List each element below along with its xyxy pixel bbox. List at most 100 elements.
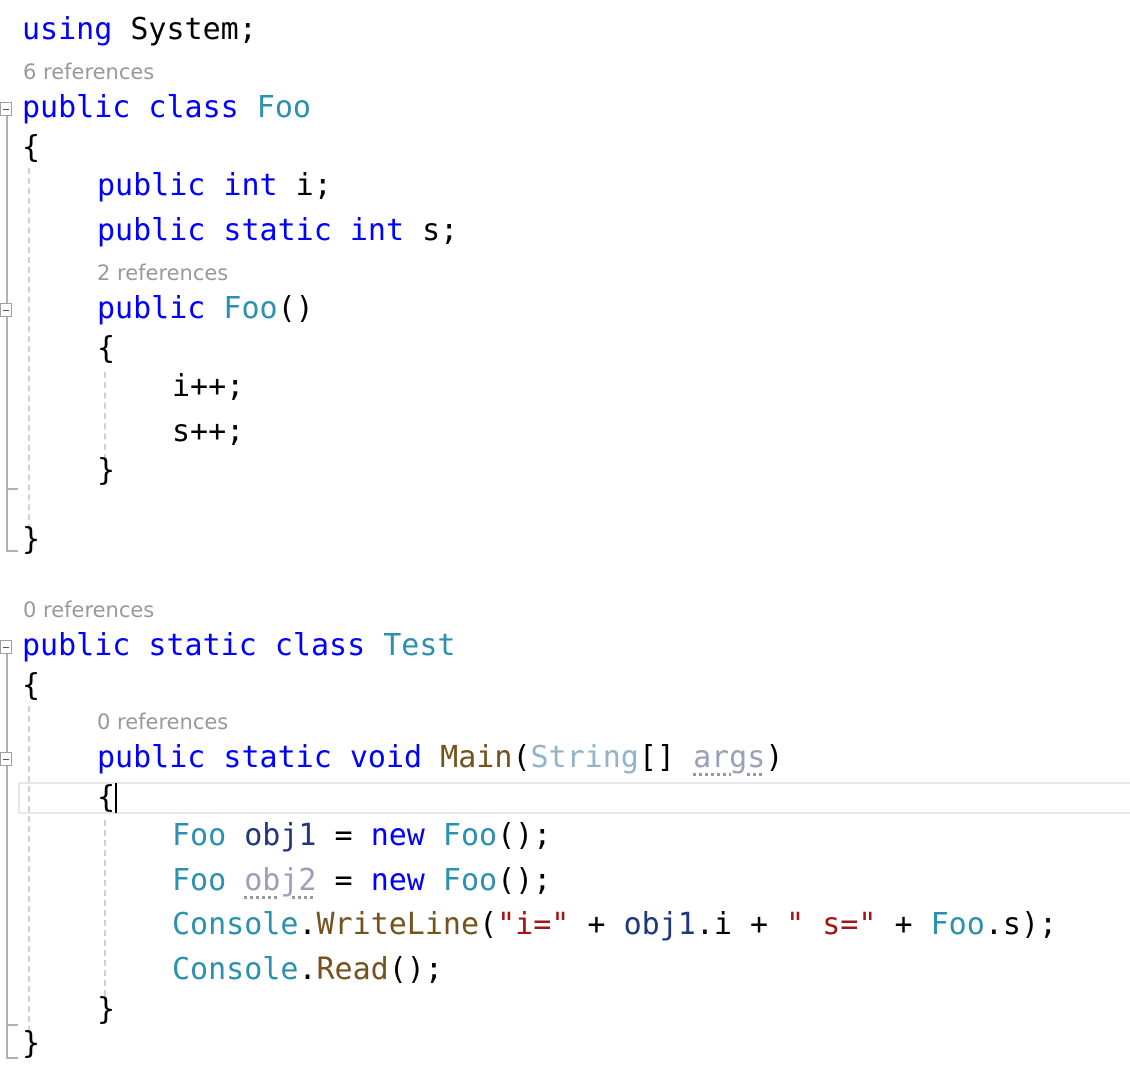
collapse-foo-ctor-icon[interactable]	[0, 303, 12, 317]
punctuation: ();	[388, 952, 443, 987]
method-name: Read	[316, 952, 389, 987]
operator: +	[731, 907, 787, 942]
brace-line[interactable]: }	[97, 451, 115, 491]
read-statement[interactable]: Console.Read();	[172, 950, 443, 990]
namespace: System;	[112, 12, 257, 47]
keyword: public	[22, 90, 131, 125]
field-name: s;	[404, 213, 459, 248]
string-literal: "i="	[497, 907, 570, 942]
codelens-main-references[interactable]: 0 references	[97, 709, 228, 735]
paren: )	[765, 740, 784, 775]
local-variable: obj1	[623, 907, 696, 942]
brace-line[interactable]: }	[22, 520, 40, 560]
indent-guide	[28, 168, 30, 530]
operator: =	[316, 818, 371, 853]
keyword: public	[97, 740, 206, 775]
outline-end-foo	[6, 550, 18, 552]
brace-line-current[interactable]: {	[97, 778, 118, 818]
codelens-foo-references[interactable]: 6 references	[23, 59, 154, 85]
brace-line[interactable]: {	[22, 666, 40, 706]
class-name: Foo	[238, 90, 311, 125]
parens: ()	[277, 291, 314, 326]
class-name: Foo	[930, 907, 985, 942]
ctor-call: Foo	[424, 863, 498, 898]
outline-bar-main	[6, 766, 8, 1026]
unused-local-obj2[interactable]: obj2	[244, 863, 316, 898]
brace: {	[97, 780, 116, 815]
paren: (	[479, 907, 498, 942]
text-caret	[115, 783, 118, 813]
collapse-main-icon[interactable]	[0, 752, 12, 766]
brace-line[interactable]: {	[22, 128, 40, 168]
paren: (	[512, 740, 531, 775]
indent-guide	[28, 706, 30, 1032]
keyword: class	[256, 628, 366, 663]
keyword: public	[22, 628, 131, 663]
current-line-highlight	[18, 782, 1130, 814]
collapse-test-class-icon[interactable]	[0, 640, 12, 654]
main-declaration[interactable]: public static void Main(String[] args)	[97, 738, 783, 778]
member: .i	[695, 907, 732, 942]
keyword: class	[130, 90, 239, 125]
type-name: Foo	[172, 818, 227, 853]
writeline-statement[interactable]: Console.WriteLine("i=" + obj1.i + " s=" …	[172, 905, 1057, 945]
keyword: new	[370, 863, 425, 898]
keyword: void	[331, 740, 423, 775]
operator: =	[316, 863, 371, 898]
ctor-declaration[interactable]: public Foo()	[97, 289, 314, 329]
obj2-declaration[interactable]: Foo obj2 = new Foo();	[172, 861, 551, 901]
punctuation: ();	[497, 818, 552, 853]
field-s-line[interactable]: public static int s;	[97, 211, 458, 251]
keyword: static	[130, 628, 257, 663]
collapse-foo-class-icon[interactable]	[0, 102, 12, 116]
outline-end-test	[6, 1057, 18, 1059]
brace-line[interactable]: }	[97, 990, 115, 1030]
field-i-line[interactable]: public int i;	[97, 166, 332, 206]
outline-end-main	[6, 1024, 18, 1026]
dot: .	[298, 952, 317, 987]
codelens-ctor-references[interactable]: 2 references	[97, 260, 228, 286]
obj1-declaration[interactable]: Foo obj1 = new Foo();	[172, 816, 551, 856]
keyword: public	[97, 213, 206, 248]
class-name: Test	[365, 628, 456, 663]
keyword: public	[97, 291, 206, 326]
indent-guide	[104, 820, 106, 996]
punctuation: );	[1020, 907, 1058, 942]
code-editor[interactable]: using System; 6 references public class …	[0, 0, 1130, 1083]
punctuation: ();	[497, 863, 552, 898]
method-name: WriteLine	[316, 907, 480, 942]
class-name: Console	[172, 952, 299, 987]
indent-guide	[104, 372, 106, 460]
field-name: i;	[277, 168, 332, 203]
dot: .	[298, 907, 317, 942]
operator: +	[569, 907, 624, 942]
outline-bar-ctor	[6, 317, 8, 489]
codelens-test-references[interactable]: 0 references	[23, 597, 154, 623]
param-type: String	[530, 740, 639, 775]
foo-class-declaration[interactable]: public class Foo	[22, 88, 311, 128]
keyword: public	[97, 168, 206, 203]
method-name: Main	[422, 740, 513, 775]
ctor-name: Foo	[205, 291, 278, 326]
keyword: int	[331, 213, 405, 248]
local-variable: obj1	[226, 818, 317, 853]
class-name: Console	[172, 907, 299, 942]
outline-end-ctor	[6, 488, 18, 490]
keyword: int	[205, 168, 278, 203]
unused-param-args[interactable]: args	[693, 740, 765, 775]
keyword: new	[370, 818, 425, 853]
using-line[interactable]: using System;	[22, 10, 257, 50]
keyword: using	[22, 12, 113, 47]
member: .s	[984, 907, 1021, 942]
increment-i-line[interactable]: i++;	[172, 367, 244, 407]
increment-s-line[interactable]: s++;	[172, 412, 244, 452]
keyword: static	[205, 740, 332, 775]
ctor-call: Foo	[424, 818, 498, 853]
brace-line[interactable]: {	[97, 329, 115, 369]
brackets: []	[638, 740, 694, 775]
brace-line[interactable]: }	[22, 1024, 40, 1064]
type-name: Foo	[172, 863, 227, 898]
keyword: static	[205, 213, 332, 248]
test-class-declaration[interactable]: public static class Test	[22, 626, 456, 666]
string-literal: " s="	[786, 907, 877, 942]
